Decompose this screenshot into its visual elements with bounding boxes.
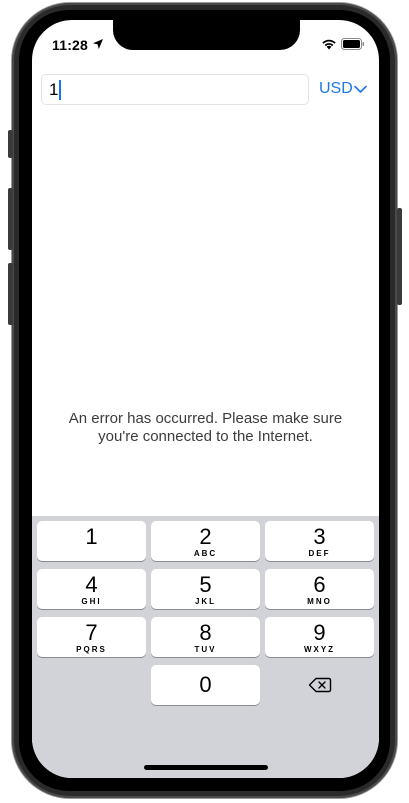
key-3-digit: 3 [313, 524, 326, 549]
numeric-keypad: 1 2 ABC 3 DEF 4 GHI 5 JKL 6 MNO 7 PQRS 8 [32, 516, 379, 778]
location-arrow-icon [93, 39, 103, 49]
notch [113, 20, 300, 50]
key-6[interactable]: 6 MNO [265, 569, 374, 609]
key-8-letters: TUV [194, 645, 217, 654]
key-3-letters: DEF [308, 549, 331, 558]
key-1[interactable]: 1 [37, 521, 146, 561]
status-time: 11:28 [52, 37, 89, 53]
key-9-letters: WXYZ [303, 645, 336, 654]
key-6-digit: 6 [313, 572, 326, 597]
key-1-digit: 1 [85, 524, 98, 549]
power-button [397, 208, 402, 305]
error-message-line-2: you're connected to the Internet. [98, 428, 313, 445]
error-message-line-1: An error has occurred. Please make sure [68, 410, 343, 427]
key-6-letters: MNO [307, 597, 332, 606]
screen: 11:28 1 USD An error has occurred. Pleas… [32, 20, 379, 778]
key-2[interactable]: 2 ABC [151, 521, 260, 561]
key-4-letters: GHI [81, 597, 102, 606]
key-2-digit: 2 [199, 524, 212, 549]
key-5-digit: 5 [199, 572, 212, 597]
key-8[interactable]: 8 TUV [151, 617, 260, 657]
key-9-digit: 9 [313, 620, 326, 645]
volume-down-button [8, 263, 13, 325]
text-caret [59, 80, 61, 100]
delete-key[interactable] [265, 665, 374, 705]
battery-icon [341, 38, 365, 50]
backspace-icon [308, 677, 331, 693]
silent-switch [8, 130, 13, 158]
key-3[interactable]: 3 DEF [265, 521, 374, 561]
key-7-digit: 7 [85, 620, 98, 645]
key-4-digit: 4 [85, 572, 98, 597]
chevron-down-icon [353, 85, 367, 93]
key-0[interactable]: 0 [151, 665, 260, 705]
key-5[interactable]: 5 JKL [151, 569, 260, 609]
amount-input-value: 1 [49, 80, 59, 99]
key-9[interactable]: 9 WXYZ [265, 617, 374, 657]
wifi-icon [322, 39, 336, 50]
key-7[interactable]: 7 PQRS [37, 617, 146, 657]
key-5-letters: JKL [194, 597, 217, 606]
key-0-digit: 0 [199, 672, 212, 697]
key-4[interactable]: 4 GHI [37, 569, 146, 609]
key-8-digit: 8 [199, 620, 212, 645]
amount-input[interactable]: 1 [41, 74, 309, 105]
home-indicator[interactable] [144, 765, 268, 770]
key-2-letters: ABC [193, 549, 218, 558]
key-7-letters: PQRS [76, 645, 107, 654]
error-message: An error has occurred. Please make sure … [32, 410, 379, 446]
currency-label: USD [319, 80, 353, 97]
volume-up-button [8, 188, 13, 250]
currency-picker-button[interactable]: USD [319, 78, 367, 100]
